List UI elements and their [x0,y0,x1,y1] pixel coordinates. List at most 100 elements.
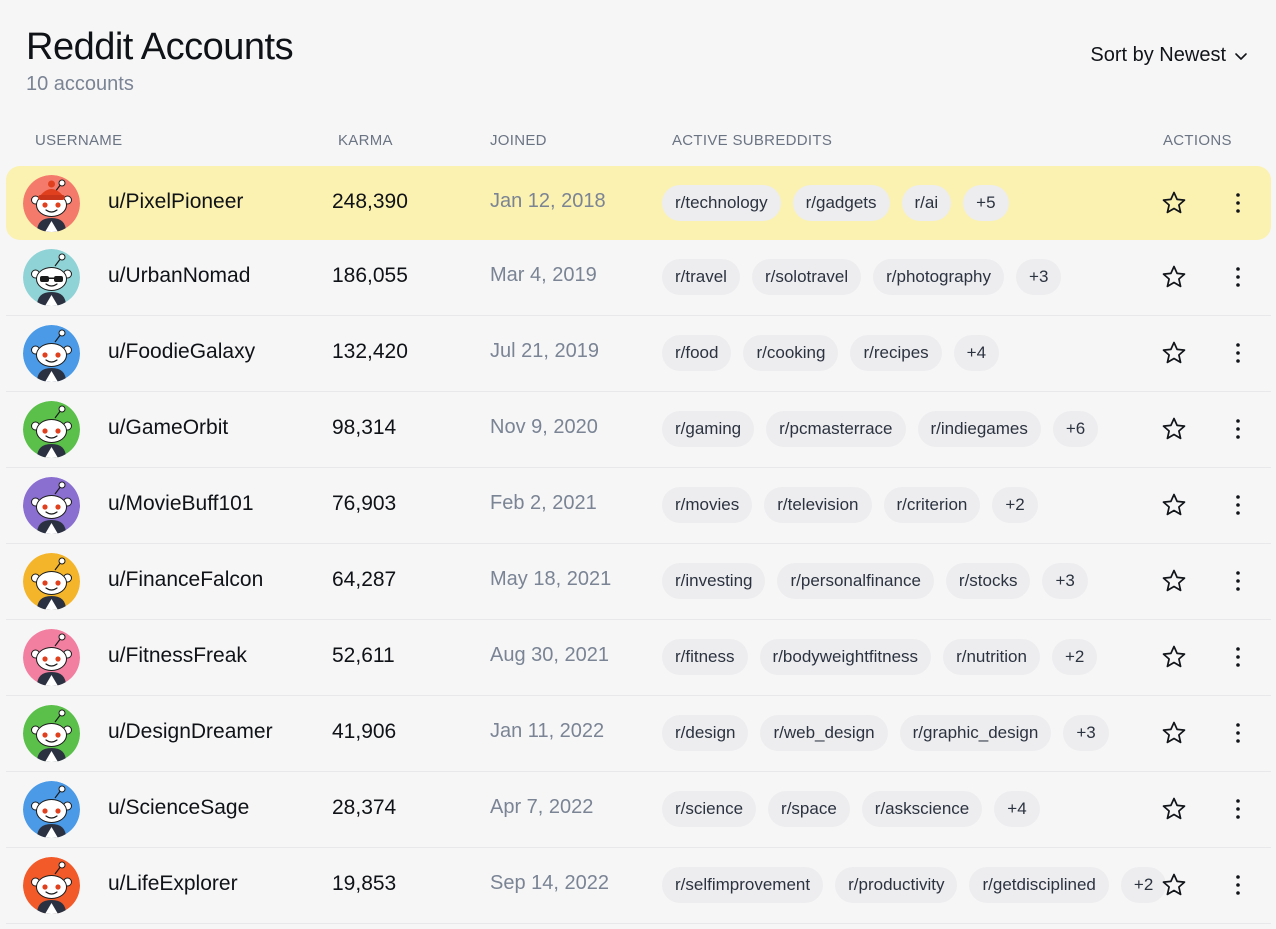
more-subreddits-chip[interactable]: +3 [1042,563,1088,599]
subreddit-chip[interactable]: r/gadgets [792,185,890,221]
more-vertical-icon[interactable] [1228,264,1248,290]
more-vertical-icon[interactable] [1228,872,1248,898]
more-subreddits-chip[interactable]: +3 [1063,715,1109,751]
table-row[interactable]: u/FinanceFalcon 64,287 May 18, 2021 r/in… [6,544,1271,620]
star-icon[interactable] [1161,644,1187,670]
subreddit-chip[interactable]: r/movies [662,487,753,523]
page-header: Reddit Accounts 10 accounts [26,26,294,96]
subreddit-chip[interactable]: r/investing [662,563,766,599]
star-icon[interactable] [1161,190,1187,216]
table-row[interactable]: u/FitnessFreak 52,611 Aug 30, 2021 r/fit… [6,620,1271,696]
sort-dropdown[interactable]: Sort by Newest [1090,44,1248,67]
more-subreddits-chip[interactable]: +2 [1120,867,1167,903]
snoo-avatar-icon [23,175,80,232]
more-subreddits-chip[interactable]: +5 [963,185,1009,221]
subreddit-chip[interactable]: r/personalfinance [777,563,934,599]
table-row[interactable]: u/MovieBuff101 76,903 Feb 2, 2021 r/movi… [6,468,1271,544]
more-vertical-icon[interactable] [1228,492,1248,518]
subreddit-chip[interactable]: r/getdisciplined [969,867,1109,903]
subreddit-chip[interactable]: r/selfimprovement [662,867,824,903]
more-subreddits-chip[interactable]: +2 [992,487,1038,523]
more-subreddits-chip[interactable]: +3 [1016,259,1062,295]
subreddit-chip[interactable]: r/design [662,715,749,751]
subreddit-chip[interactable]: r/gaming [662,411,755,447]
more-vertical-icon[interactable] [1228,190,1248,216]
subreddit-chip[interactable]: r/criterion [883,487,981,523]
table-row[interactable]: u/ScienceSage 28,374 Apr 7, 2022 r/scien… [6,772,1271,848]
table-row[interactable]: u/GameOrbit 98,314 Nov 9, 2020 r/gaming r… [6,392,1271,468]
more-vertical-icon[interactable] [1228,796,1248,822]
star-icon[interactable] [1161,264,1187,290]
username[interactable]: u/FinanceFalcon [108,568,263,592]
subreddit-chips: r/gaming r/pcmasterrace r/indiegames +6 [662,411,1099,447]
table-row[interactable]: u/DesignDreamer 41,906 Jan 11, 2022 r/de… [6,696,1271,772]
subreddit-chip[interactable]: r/productivity [835,867,958,903]
joined-date: Jan 12, 2018 [490,190,606,212]
star-icon[interactable] [1161,416,1187,442]
username[interactable]: u/UrbanNomad [108,264,250,288]
subreddit-chip[interactable]: r/web_design [760,715,888,751]
avatar [23,401,80,458]
joined-date: Sep 14, 2022 [490,872,609,894]
subreddit-chip[interactable]: r/stocks [945,563,1031,599]
table-row[interactable]: u/PixelPioneer 248,390 Jan 12, 2018 r/te… [6,166,1271,240]
joined-date: Jul 21, 2019 [490,340,599,362]
more-vertical-icon[interactable] [1228,340,1248,366]
subreddit-chip[interactable]: r/graphic_design [899,715,1052,751]
subreddit-chip[interactable]: r/pcmasterrace [766,411,906,447]
table-row[interactable]: u/LifeExplorer 19,853 Sep 14, 2022 r/sel… [6,848,1271,924]
subreddit-chip[interactable]: r/technology [662,185,781,221]
subreddit-chip[interactable]: r/nutrition [943,639,1040,675]
table-row[interactable]: u/UrbanNomad 186,055 Mar 4, 2019 r/trave… [6,240,1271,316]
subreddit-chips: r/movies r/television r/criterion +2 [662,487,1038,523]
username[interactable]: u/ScienceSage [108,796,249,820]
username[interactable]: u/MovieBuff101 [108,492,254,516]
more-subreddits-chip[interactable]: +6 [1052,411,1099,447]
username[interactable]: u/DesignDreamer [108,720,273,744]
username[interactable]: u/PixelPioneer [108,190,243,214]
joined-date: Feb 2, 2021 [490,492,597,514]
column-username[interactable]: USERNAME [35,132,122,149]
star-icon[interactable] [1161,568,1187,594]
username[interactable]: u/FoodieGalaxy [108,340,255,364]
subreddit-chips: r/food r/cooking r/recipes +4 [662,335,1000,371]
more-vertical-icon[interactable] [1228,720,1248,746]
table-row[interactable]: u/FoodieGalaxy 132,420 Jul 21, 2019 r/fo… [6,316,1271,392]
more-subreddits-chip[interactable]: +2 [1051,639,1098,675]
more-vertical-icon[interactable] [1228,416,1248,442]
more-subreddits-chip[interactable]: +4 [953,335,1000,371]
table-header: USERNAME KARMA JOINED ACTIVE SUBREDDITS … [0,132,1276,152]
subreddit-chip[interactable]: r/askscience [861,791,983,827]
more-subreddits-chip[interactable]: +4 [994,791,1040,827]
column-karma[interactable]: KARMA [338,132,393,149]
subreddit-chip[interactable]: r/television [764,487,872,523]
subreddit-chip[interactable]: r/cooking [743,335,839,371]
subreddit-chip[interactable]: r/photography [873,259,1005,295]
username[interactable]: u/FitnessFreak [108,644,247,668]
star-icon[interactable] [1161,720,1187,746]
star-icon[interactable] [1161,872,1187,898]
star-icon[interactable] [1161,340,1187,366]
star-icon[interactable] [1161,796,1187,822]
column-joined[interactable]: JOINED [490,132,547,149]
avatar [23,249,80,306]
snoo-avatar-icon [23,477,80,534]
star-icon[interactable] [1161,492,1187,518]
subreddit-chip[interactable]: r/science [662,791,757,827]
subreddit-chip[interactable]: r/solotravel [751,259,862,295]
subreddit-chip[interactable]: r/fitness [662,639,748,675]
avatar [23,553,80,610]
subreddit-chip[interactable]: r/bodyweightfitness [759,639,932,675]
subreddit-chip[interactable]: r/travel [662,259,740,295]
more-vertical-icon[interactable] [1228,644,1248,670]
subreddit-chip[interactable]: r/space [768,791,850,827]
username[interactable]: u/GameOrbit [108,416,228,440]
username[interactable]: u/LifeExplorer [108,872,238,896]
subreddit-chip[interactable]: r/recipes [850,335,942,371]
subreddit-chips: r/selfimprovement r/productivity r/getdisc… [662,867,1167,903]
joined-date: May 18, 2021 [490,568,612,590]
subreddit-chip[interactable]: r/ai [901,185,952,221]
subreddit-chip[interactable]: r/indiegames [917,411,1041,447]
more-vertical-icon[interactable] [1228,568,1248,594]
subreddit-chip[interactable]: r/food [662,335,732,371]
